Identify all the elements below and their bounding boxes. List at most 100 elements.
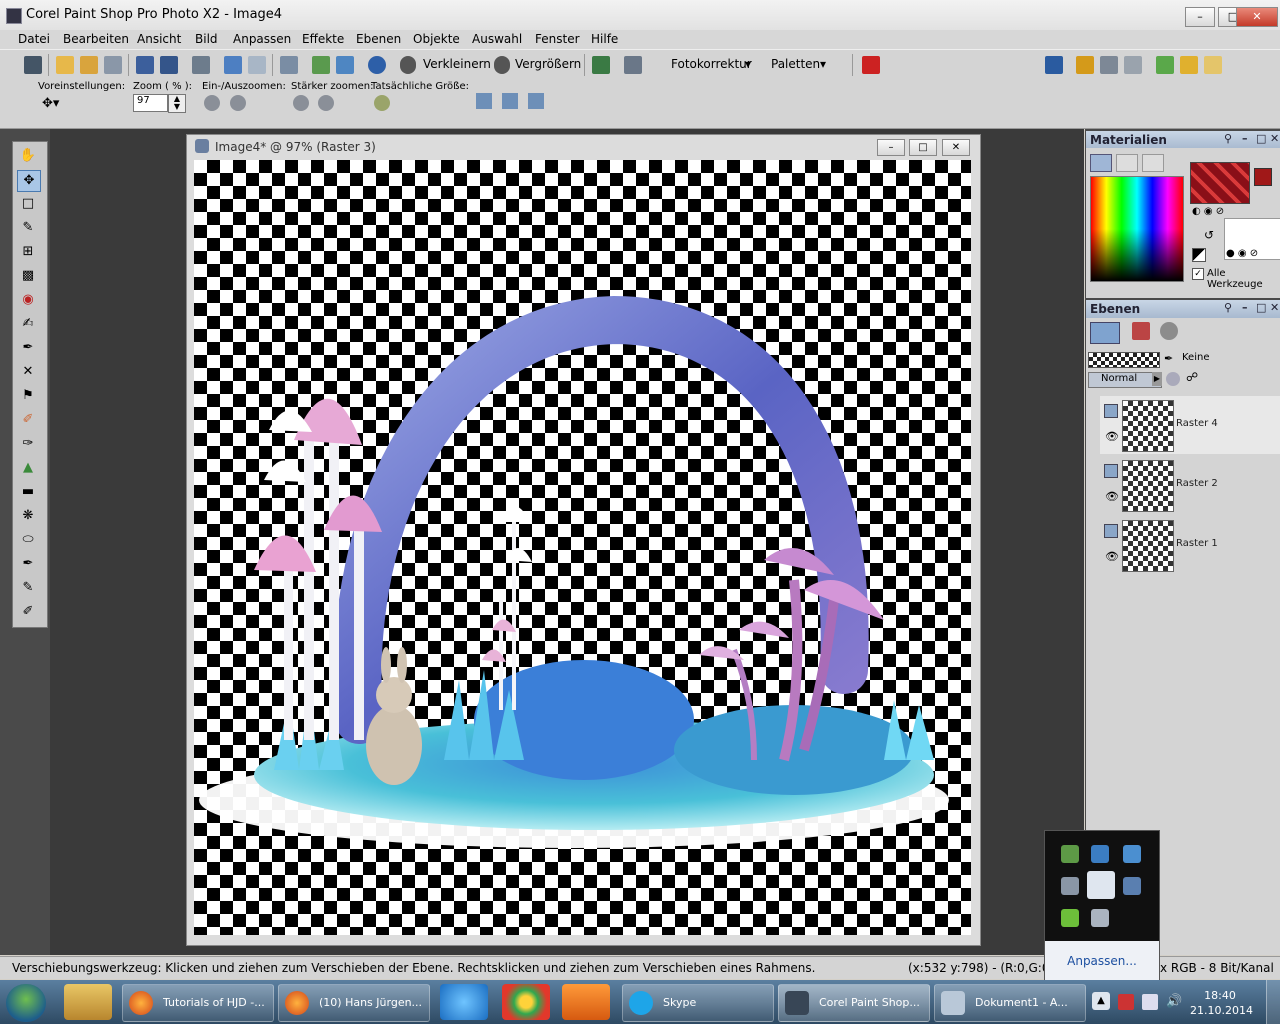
visibility-eye-icon[interactable]: 👁	[1105, 430, 1119, 443]
tray-app-icon[interactable]	[1061, 845, 1079, 863]
menu-fenster[interactable]: Fenster	[535, 32, 580, 46]
app-icon[interactable]	[6, 8, 22, 24]
rainbow-tab-icon[interactable]	[1116, 154, 1138, 172]
shrink-button[interactable]: Verkleinern	[423, 57, 491, 71]
browse-icon[interactable]	[80, 56, 98, 74]
new-layer-icon[interactable]	[1090, 322, 1120, 344]
image-canvas[interactable]	[194, 160, 971, 935]
tray-app-icon[interactable]	[1123, 877, 1141, 895]
layer-opacity-slider[interactable]	[1088, 352, 1160, 368]
pan-tool-icon[interactable]: ✋	[17, 146, 39, 166]
pen-tool-icon[interactable]: ✒	[17, 554, 39, 574]
minimize-button[interactable]: –	[1185, 7, 1215, 27]
redo-icon[interactable]	[248, 56, 266, 74]
taskbar-task[interactable]: Dokument1 - A...	[934, 984, 1086, 1022]
zoom-out-icon[interactable]	[400, 56, 416, 74]
palettes-menu[interactable]: Paletten	[771, 57, 820, 71]
makeover-tool-icon[interactable]: ✍	[17, 314, 39, 334]
mask-brush-icon[interactable]: ✒	[1164, 352, 1173, 365]
scan-icon[interactable]	[104, 56, 122, 74]
color-replacer-icon[interactable]: ✑	[17, 434, 39, 454]
taskbar-task[interactable]: Tutorials of HJD -...	[122, 984, 274, 1022]
zoom-in-icon[interactable]	[494, 56, 510, 74]
image-close-button[interactable]: ✕	[942, 139, 970, 156]
show-hidden-icons-icon[interactable]: ▲	[1092, 992, 1110, 1010]
save-as-icon[interactable]	[160, 56, 178, 74]
panel-maximize-icon[interactable]: □	[1256, 301, 1266, 314]
zoom-in-step-icon[interactable]	[204, 95, 220, 111]
blend-mode-arrow-icon[interactable]: ▶	[1152, 372, 1162, 386]
tray-app-icon[interactable]	[1061, 877, 1079, 895]
zoom-percent-input[interactable]: 97	[133, 94, 168, 112]
layer-effects-icon[interactable]	[1160, 322, 1178, 340]
yahoo-icon[interactable]	[862, 56, 880, 74]
mail-client-icon[interactable]	[562, 984, 610, 1020]
paint-brush-icon[interactable]: ✐	[17, 410, 39, 430]
art-media-icon[interactable]: ✐	[17, 602, 39, 622]
print-icon[interactable]	[192, 56, 210, 74]
enlarge-button[interactable]: Vergrößern	[515, 57, 581, 71]
camera-icon[interactable]	[1100, 56, 1118, 74]
pin-icon[interactable]: ⚲	[1224, 132, 1232, 145]
image-minimize-button[interactable]: –	[877, 139, 905, 156]
pencil-icon[interactable]	[1124, 56, 1142, 74]
swap-colors-icon[interactable]: ↺	[1204, 228, 1214, 242]
close-button[interactable]: ✕	[1236, 7, 1278, 27]
foreground-color-swatch[interactable]	[1254, 168, 1272, 186]
eraser-tool-icon[interactable]: ▬	[17, 482, 39, 502]
color-spectrum-picker[interactable]	[1090, 176, 1184, 282]
material-mode-icons[interactable]: ◐ ◉ ⊘	[1192, 206, 1242, 220]
zoom-out-step-icon[interactable]	[230, 95, 246, 111]
frame-tab-icon[interactable]	[1090, 154, 1112, 172]
picture-tube-icon[interactable]: ❋	[17, 506, 39, 526]
tray-cursor-icon[interactable]	[1087, 871, 1115, 899]
selection-tool-icon[interactable]: □	[17, 194, 39, 214]
menu-anpassen[interactable]: Anpassen	[233, 32, 291, 46]
zoom-more-out-icon[interactable]	[318, 95, 334, 111]
zoom-more-in-icon[interactable]	[293, 95, 309, 111]
clone-tool-icon[interactable]: ✒	[17, 338, 39, 358]
music-icon[interactable]	[1156, 56, 1174, 74]
panel-close-icon[interactable]: ✕	[1270, 301, 1279, 314]
blend-mode-dropdown[interactable]: Normal	[1088, 372, 1162, 388]
menu-hilfe[interactable]: Hilfe	[591, 32, 618, 46]
volume-icon[interactable]: 🔊	[1166, 994, 1182, 1010]
taskbar-task[interactable]: Skype	[622, 984, 774, 1022]
menu-ebenen[interactable]: Ebenen	[356, 32, 401, 46]
learning-center-icon[interactable]	[312, 56, 330, 74]
foreground-material-swatch[interactable]	[1190, 162, 1250, 204]
layer-row[interactable]: 👁 Raster 4	[1100, 396, 1280, 454]
tray-app-icon[interactable]	[1091, 845, 1109, 863]
delete-layer-icon[interactable]	[1132, 322, 1150, 340]
undo-icon[interactable]	[224, 56, 242, 74]
presets-dropdown[interactable]: ✥▾	[42, 96, 66, 114]
straighten-tool-icon[interactable]: ▩	[17, 266, 39, 286]
search-go-icon[interactable]	[1045, 56, 1063, 74]
layer-row[interactable]: 👁 Raster 2	[1100, 456, 1280, 514]
menu-bearbeiten[interactable]: Bearbeiten	[63, 32, 129, 46]
open-folder-icon[interactable]	[56, 56, 74, 74]
all-tools-checkbox[interactable]: ✓	[1192, 268, 1204, 280]
link-icon[interactable]: ☍	[1186, 370, 1198, 384]
action-center-icon[interactable]	[1118, 994, 1134, 1010]
tray-app-icon[interactable]	[1091, 909, 1109, 927]
fit-window-icon[interactable]	[476, 93, 492, 109]
layer-row[interactable]: 👁 Raster 1	[1100, 516, 1280, 574]
panel-minimize-icon[interactable]: –	[1242, 301, 1248, 314]
menu-datei[interactable]: Datei	[18, 32, 50, 46]
menu-bild[interactable]: Bild	[195, 32, 218, 46]
clock[interactable]: 18:40 21.10.2014	[1190, 988, 1253, 1018]
network-icon[interactable]	[1142, 994, 1158, 1010]
photo-fix-menu[interactable]: Fotokorrektur	[671, 57, 752, 71]
mail-icon[interactable]	[1204, 56, 1222, 74]
menu-effekte[interactable]: Effekte	[302, 32, 344, 46]
fit-screen-icon[interactable]	[528, 93, 544, 109]
my-yahoo-icon[interactable]	[1076, 56, 1094, 74]
start-button[interactable]	[6, 984, 46, 1022]
crop-tool-icon[interactable]: ⊞	[17, 242, 39, 262]
panel-minimize-icon[interactable]: –	[1242, 132, 1248, 145]
swatches-tab-icon[interactable]	[1142, 154, 1164, 172]
taskbar-task-active[interactable]: Corel Paint Shop...	[778, 984, 930, 1022]
tray-app-icon[interactable]	[1061, 909, 1079, 927]
pin-icon[interactable]: ⚲	[1224, 301, 1232, 314]
